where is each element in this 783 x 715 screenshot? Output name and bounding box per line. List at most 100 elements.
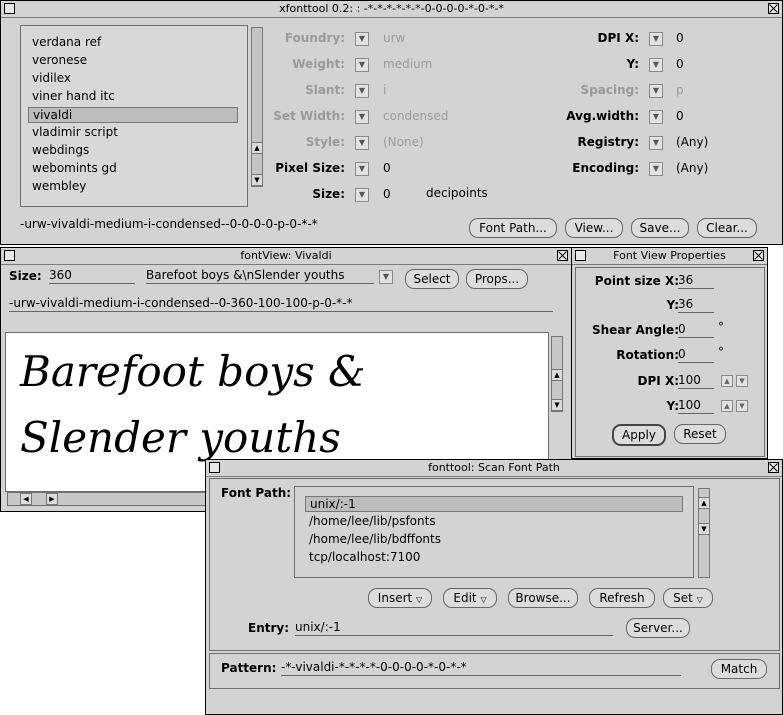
dpi-x-down-icon[interactable]: ▼ xyxy=(736,375,748,387)
point-size-x-input[interactable]: 36 xyxy=(678,273,714,289)
xlfd-name: -urw-vivaldi-medium-i-condensed--0-0-0-0… xyxy=(20,217,318,231)
props-button[interactable]: Props... xyxy=(466,269,528,289)
save-button[interactable]: Save... xyxy=(631,218,689,238)
edit-menu-button[interactable]: Edit ▽ xyxy=(443,588,497,608)
set-menu-button[interactable]: Set ▽ xyxy=(663,588,713,608)
point-size-y-input[interactable]: 36 xyxy=(678,297,714,313)
shear-degree-symbol: ° xyxy=(718,320,724,334)
field-dropdown-icon[interactable]: ▼ xyxy=(355,84,369,98)
dpi-x-up-icon[interactable]: ▲ xyxy=(721,375,733,387)
rotation-label: Rotation: xyxy=(616,348,679,362)
close-icon[interactable] xyxy=(768,3,779,14)
scroll-up-icon[interactable]: ▲ xyxy=(251,142,263,154)
scroll-up-icon[interactable]: ▲ xyxy=(698,497,710,509)
dpi-y-up-icon[interactable]: ▲ xyxy=(721,400,733,412)
server-button[interactable]: Server... xyxy=(626,618,690,638)
size-input[interactable]: 360 xyxy=(49,268,135,284)
font-list-item[interactable]: vivaldi xyxy=(28,107,238,123)
font-list-item[interactable]: wembley xyxy=(28,179,242,193)
window-menu-icon[interactable] xyxy=(4,3,15,14)
field-label: Size: xyxy=(312,187,345,201)
main-titlebar[interactable]: xfonttool 0.2: : -*-*-*-*-*-*-0-0-0-0-*-… xyxy=(1,1,782,18)
preview-line-2: Slender youths xyxy=(20,413,341,462)
pattern-label: Pattern: xyxy=(221,661,277,675)
field-dropdown-icon[interactable]: ▼ xyxy=(649,162,663,176)
field-dropdown-icon[interactable]: ▼ xyxy=(649,110,663,124)
window-menu-icon[interactable] xyxy=(575,250,586,261)
field-dropdown-icon[interactable]: ▼ xyxy=(355,188,369,202)
close-icon[interactable] xyxy=(753,250,764,261)
clear-button[interactable]: Clear... xyxy=(697,218,757,238)
font-path-scrollbar[interactable]: ▲ ▼ xyxy=(698,488,710,578)
apply-button[interactable]: Apply xyxy=(612,424,666,446)
field-value: 0 xyxy=(676,109,684,123)
view-button[interactable]: View... xyxy=(565,218,623,238)
field-dropdown-icon[interactable]: ▼ xyxy=(355,162,369,176)
field-label: Weight: xyxy=(292,57,345,71)
field-dropdown-icon[interactable]: ▼ xyxy=(355,32,369,46)
shear-angle-input[interactable]: 0 xyxy=(678,322,714,338)
entry-input[interactable]: unix/:-1 xyxy=(295,620,613,636)
preview-vscroll[interactable]: ▲ ▼ xyxy=(551,336,563,412)
field-dropdown-icon[interactable]: ▼ xyxy=(355,110,369,124)
field-dropdown-icon[interactable]: ▼ xyxy=(355,136,369,150)
font-list-item[interactable]: webomints gd xyxy=(28,161,242,175)
props-titlebar[interactable]: Font View Properties xyxy=(572,248,767,265)
dpi-x-input[interactable]: 100 xyxy=(678,373,714,389)
font-list-item[interactable]: webdings xyxy=(28,143,242,157)
match-button[interactable]: Match xyxy=(711,659,767,679)
font-list-item[interactable]: viner hand itc xyxy=(28,89,242,103)
font-path-item[interactable]: tcp/localhost:7100 xyxy=(305,550,687,564)
dpi-y-input[interactable]: 100 xyxy=(678,398,714,414)
field-value: 0 xyxy=(676,31,684,45)
sample-text-input[interactable]: Barefoot boys &\nSlender youths xyxy=(146,268,374,284)
scroll-down-icon[interactable]: ▼ xyxy=(698,523,710,535)
font-list-item[interactable]: vidilex xyxy=(28,71,242,85)
dpi-y-down-icon[interactable]: ▼ xyxy=(736,400,748,412)
scroll-down-icon[interactable]: ▼ xyxy=(551,399,563,411)
field-dropdown-icon[interactable]: ▼ xyxy=(649,84,663,98)
window-menu-icon[interactable] xyxy=(209,462,220,473)
preview-hscroll[interactable]: ◀ ▶ xyxy=(7,492,209,506)
browse-button[interactable]: Browse... xyxy=(508,588,578,608)
rotation-input[interactable]: 0 xyxy=(678,347,714,363)
font-list-scrollbar[interactable]: ▲ ▼ xyxy=(251,27,263,187)
font-path-item[interactable]: unix/:-1 xyxy=(305,496,683,512)
dpi-x-label: DPI X: xyxy=(637,374,679,388)
field-value: p xyxy=(676,83,684,97)
close-icon[interactable] xyxy=(768,462,779,473)
size-unit: decipoints xyxy=(426,186,488,200)
font-path-list[interactable]: unix/:-1/home/lee/lib/psfonts/home/lee/l… xyxy=(294,486,694,578)
chevron-down-icon: ▽ xyxy=(416,595,423,604)
props-title: Font View Properties xyxy=(613,249,726,262)
field-dropdown-icon[interactable]: ▼ xyxy=(649,32,663,46)
scroll-right-icon[interactable]: ▶ xyxy=(46,493,58,505)
field-dropdown-icon[interactable]: ▼ xyxy=(649,136,663,150)
select-button[interactable]: Select xyxy=(405,269,459,289)
refresh-button[interactable]: Refresh xyxy=(589,588,655,608)
edit-label: Edit xyxy=(453,591,477,605)
insert-menu-button[interactable]: Insert ▽ xyxy=(368,588,432,608)
field-value: i xyxy=(383,83,387,97)
font-list[interactable]: verdana ref veronese vidilex viner hand itc… xyxy=(20,25,248,207)
field-label: Y: xyxy=(626,57,639,71)
reset-button[interactable]: Reset xyxy=(674,424,726,444)
field-label: Style: xyxy=(305,135,345,149)
font-path-button[interactable]: Font Path... xyxy=(469,218,557,238)
font-path-item[interactable]: /home/lee/lib/bdffonts xyxy=(305,532,687,546)
sample-text-dropdown-icon[interactable]: ▼ xyxy=(379,270,393,284)
close-icon[interactable] xyxy=(557,250,568,261)
font-list-item[interactable]: veronese xyxy=(28,53,242,67)
font-list-item[interactable]: vladimir script xyxy=(28,125,242,139)
font-list-item[interactable]: verdana ref xyxy=(28,35,242,49)
font-path-item[interactable]: /home/lee/lib/psfonts xyxy=(305,514,687,528)
scan-titlebar[interactable]: fonttool: Scan Font Path xyxy=(206,460,782,477)
field-dropdown-icon[interactable]: ▼ xyxy=(649,58,663,72)
scroll-down-icon[interactable]: ▼ xyxy=(251,174,263,186)
field-dropdown-icon[interactable]: ▼ xyxy=(355,58,369,72)
pattern-input[interactable]: -*-vivaldi-*-*-*-*-0-0-0-0-*-0-*-* xyxy=(281,660,681,676)
scroll-left-icon[interactable]: ◀ xyxy=(20,493,32,505)
scroll-up-icon[interactable]: ▲ xyxy=(551,369,563,381)
font-view-titlebar[interactable]: fontView: Vivaldi xyxy=(1,248,571,265)
window-menu-icon[interactable] xyxy=(4,250,15,261)
